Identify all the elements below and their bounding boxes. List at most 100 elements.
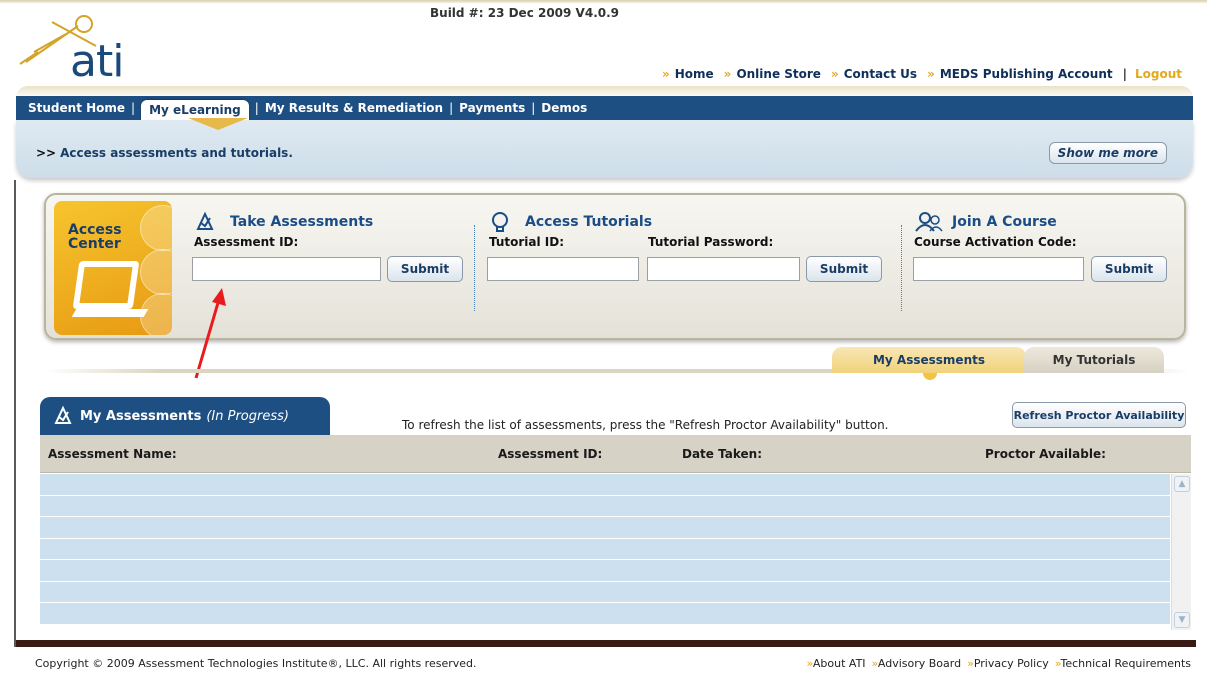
people-icon bbox=[914, 211, 944, 233]
build-label: Build #: 23 Dec 2009 V4.0.9 bbox=[430, 6, 620, 20]
footer-links: »About ATI »Advisory Board »Privacy Poli… bbox=[801, 657, 1191, 670]
tab-my-results-remediation[interactable]: My Results & Remediation bbox=[265, 101, 443, 115]
tab-separator: | bbox=[531, 101, 536, 115]
table-row bbox=[40, 581, 1170, 603]
nav-separator: | bbox=[1122, 67, 1127, 81]
table-row bbox=[40, 560, 1170, 582]
page-header: Build #: 23 Dec 2009 V4.0.9 ati » Home » O… bbox=[0, 0, 1207, 98]
computer-base-icon bbox=[71, 309, 149, 317]
assessment-icon bbox=[194, 211, 216, 233]
nav-meds-account-link[interactable]: » MEDS Publishing Account bbox=[927, 67, 1113, 81]
tab-payments[interactable]: Payments bbox=[459, 101, 525, 115]
footer-link-privacy-policy[interactable]: »Privacy Policy bbox=[967, 657, 1049, 670]
tab-my-assessments[interactable]: My Assessments bbox=[832, 347, 1026, 373]
lightbulb-icon bbox=[489, 211, 511, 233]
tutorial-password-input[interactable] bbox=[647, 257, 800, 281]
take-assessments-title-text: Take Assessments bbox=[230, 214, 374, 230]
footer-link-technical-requirements[interactable]: »Technical Requirements bbox=[1055, 657, 1191, 670]
footer-link-advisory-board[interactable]: »Advisory Board bbox=[872, 657, 962, 670]
nav-contact-us-link[interactable]: » Contact Us bbox=[831, 67, 917, 81]
footer-link-label: Advisory Board bbox=[877, 657, 962, 670]
tab-separator: | bbox=[131, 101, 136, 115]
info-message: >> Access assessments and tutorials. bbox=[36, 146, 293, 160]
panel-subtitle: (In Progress) bbox=[206, 408, 289, 424]
access-tutorials-section: Access Tutorials bbox=[489, 209, 652, 235]
assessment-circle-icon bbox=[140, 205, 172, 251]
access-tutorials-title: Access Tutorials bbox=[489, 209, 652, 235]
join-course-title: Join A Course bbox=[914, 209, 1077, 235]
course-activation-code-input[interactable] bbox=[913, 257, 1084, 281]
column-assessment-name: Assessment Name: bbox=[48, 447, 177, 461]
computer-icon bbox=[72, 261, 140, 309]
info-message-text: Access assessments and tutorials. bbox=[60, 146, 293, 160]
section-divider bbox=[901, 225, 902, 311]
tutorial-submit-button[interactable]: Submit bbox=[806, 256, 882, 282]
nav-online-store-link[interactable]: » Online Store bbox=[724, 67, 821, 81]
content-left-border bbox=[14, 180, 16, 647]
course-activation-code-label: Course Activation Code: bbox=[914, 235, 1077, 249]
nav-contact-us-label: Contact Us bbox=[843, 67, 918, 81]
tutorial-id-label: Tutorial ID: bbox=[489, 235, 565, 249]
assessment-submit-button[interactable]: Submit bbox=[387, 256, 463, 282]
active-tab-pointer bbox=[188, 118, 248, 130]
tab-demos[interactable]: Demos bbox=[541, 101, 587, 115]
course-submit-button[interactable]: Submit bbox=[1091, 256, 1167, 282]
tutorial-id-input[interactable] bbox=[487, 257, 639, 281]
assessment-icon bbox=[52, 405, 74, 427]
show-me-more-button[interactable]: Show me more bbox=[1048, 142, 1167, 164]
nav-online-store-label: Online Store bbox=[736, 67, 821, 81]
nav-meds-account-label: MEDS Publishing Account bbox=[939, 67, 1113, 81]
take-assessments-section: Take Assessments Assessment ID: bbox=[194, 209, 373, 249]
raquo-icon: » bbox=[830, 67, 839, 81]
raquo-icon: » bbox=[967, 657, 974, 670]
assessment-id-label: Assessment ID: bbox=[194, 235, 299, 249]
top-navigation: » Home » Online Store » Contact Us » MEDS Pu… bbox=[652, 67, 1182, 81]
column-date-taken: Date Taken: bbox=[682, 447, 762, 461]
footer-link-label: Technical Requirements bbox=[1060, 657, 1191, 670]
logo-wordmark: ati bbox=[70, 36, 124, 87]
main-tab-bar: Student Home | My eLearning | My Results… bbox=[16, 96, 1193, 120]
raquo-icon: » bbox=[723, 67, 732, 81]
scroll-up-icon[interactable]: ▲ bbox=[1174, 476, 1190, 492]
table-row bbox=[40, 474, 1170, 496]
table-row bbox=[40, 538, 1170, 560]
tab-my-tutorials[interactable]: My Tutorials bbox=[1024, 347, 1164, 373]
table-scrollbar[interactable]: ▲ ▼ bbox=[1171, 474, 1191, 630]
refresh-proctor-availability-button[interactable]: Refresh Proctor Availability bbox=[1012, 402, 1186, 428]
ati-logo[interactable]: ati bbox=[18, 12, 168, 84]
my-assessments-panel-header: My Assessments (In Progress) bbox=[40, 397, 330, 435]
footer-link-about-ati[interactable]: »About ATI bbox=[807, 657, 866, 670]
refresh-instructions: To refresh the list of assessments, pres… bbox=[402, 418, 889, 432]
footer-link-label: About ATI bbox=[812, 657, 866, 670]
panel-title: My Assessments bbox=[80, 408, 202, 424]
nav-home-link[interactable]: » Home bbox=[662, 67, 714, 81]
access-center-badge: Access Center bbox=[54, 201, 172, 335]
logout-link[interactable]: Logout bbox=[1135, 67, 1182, 81]
assessment-id-input[interactable] bbox=[192, 257, 381, 281]
section-divider bbox=[474, 225, 475, 311]
footer-link-label: Privacy Policy bbox=[973, 657, 1049, 670]
tab-separator: | bbox=[449, 101, 454, 115]
header-top-border bbox=[0, 0, 1207, 3]
column-proctor-available: Proctor Available: bbox=[985, 447, 1106, 461]
join-course-section: Join A Course Course Activation Code: bbox=[914, 209, 1077, 249]
join-course-title-text: Join A Course bbox=[952, 214, 1057, 230]
double-arrow-icon: >> bbox=[36, 146, 57, 160]
access-center-label: Access Center bbox=[68, 223, 122, 251]
nav-home-label: Home bbox=[674, 67, 714, 81]
table-row bbox=[40, 495, 1170, 517]
lightbulb-circle-icon bbox=[140, 249, 172, 295]
table-row bbox=[40, 603, 1170, 625]
scroll-down-icon[interactable]: ▼ bbox=[1174, 612, 1190, 628]
tab-my-elearning[interactable]: My eLearning bbox=[141, 100, 249, 120]
assessments-table-body: ▲ ▼ bbox=[40, 474, 1191, 630]
tab-student-home[interactable]: Student Home bbox=[28, 101, 125, 115]
table-row bbox=[40, 517, 1170, 539]
subtab-pointer bbox=[923, 373, 937, 380]
tab-separator: | bbox=[254, 101, 259, 115]
access-tutorials-title-text: Access Tutorials bbox=[525, 214, 653, 230]
footer-bar bbox=[16, 640, 1196, 647]
raquo-icon: » bbox=[927, 67, 935, 81]
column-assessment-id: Assessment ID: bbox=[498, 447, 603, 461]
badge-line2: Center bbox=[68, 236, 121, 252]
